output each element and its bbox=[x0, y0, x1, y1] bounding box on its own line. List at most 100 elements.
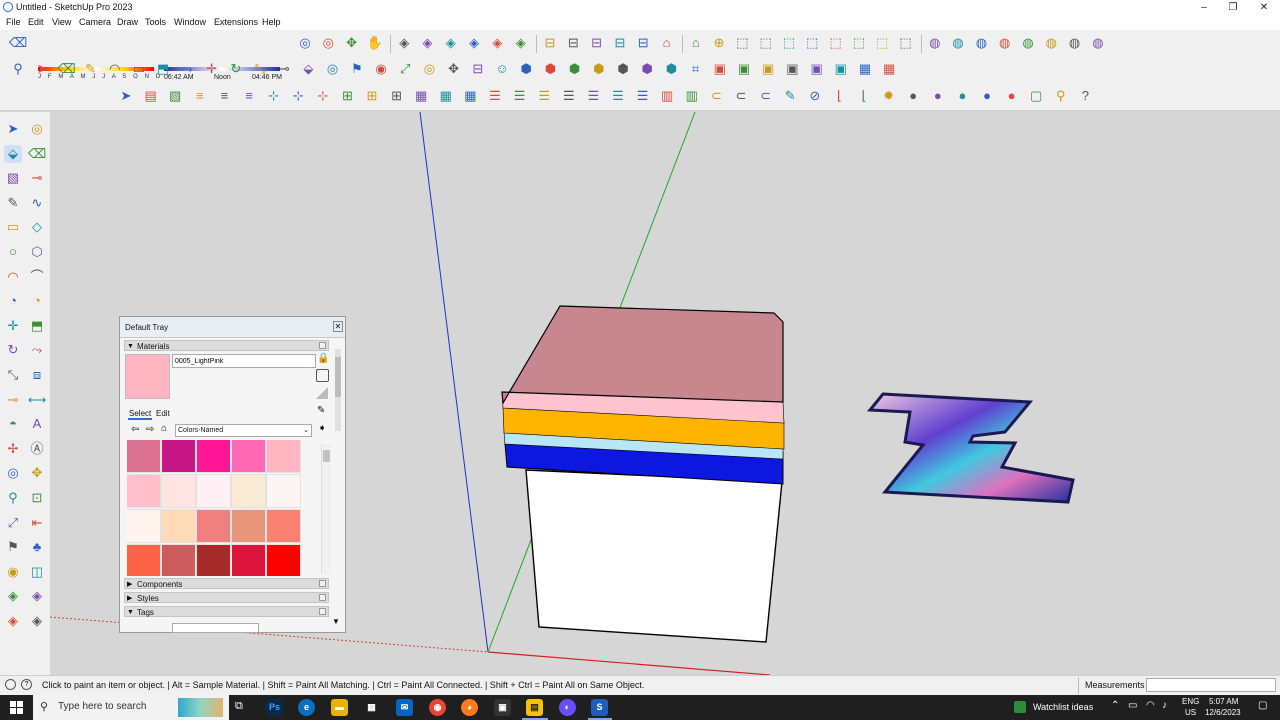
style-icon[interactable]: ◍ bbox=[949, 34, 967, 52]
protractor-icon[interactable]: ◓ bbox=[4, 415, 22, 433]
wifi-icon[interactable]: ◠ bbox=[1146, 700, 1155, 711]
orbit-icon[interactable]: ◎ bbox=[4, 464, 22, 482]
style-icon[interactable]: ◍ bbox=[1089, 34, 1107, 52]
material-swatch[interactable] bbox=[231, 440, 266, 473]
highlight-icon[interactable]: ▢ bbox=[1027, 87, 1045, 105]
view-icon[interactable]: ⬚ bbox=[827, 34, 845, 52]
zoom-icon[interactable]: ⚲ bbox=[9, 60, 27, 78]
orbit-icon[interactable]: ◎ bbox=[420, 60, 438, 78]
menu-camera[interactable]: Camera bbox=[79, 17, 111, 27]
material-swatch[interactable] bbox=[161, 440, 196, 473]
menu-view[interactable]: View bbox=[52, 17, 71, 27]
sphere-icon[interactable]: ● bbox=[929, 87, 947, 105]
details-arrow-icon[interactable]: ➧ bbox=[318, 423, 326, 434]
edge-icon[interactable]: e bbox=[298, 699, 315, 716]
offset-icon[interactable]: ⧈ bbox=[28, 366, 46, 384]
material-swatch[interactable] bbox=[231, 544, 266, 576]
rotate-icon[interactable]: ↻ bbox=[4, 341, 22, 359]
menu-draw[interactable]: Draw bbox=[117, 17, 138, 27]
solid-tools-icon[interactable]: ⬢ bbox=[590, 60, 608, 78]
tab-edit[interactable]: Edit bbox=[156, 409, 170, 418]
style-icon[interactable]: ◍ bbox=[1066, 34, 1084, 52]
stack-icon[interactable]: ☰ bbox=[535, 87, 553, 105]
panel-pin-icon[interactable] bbox=[319, 608, 326, 615]
menu-tools[interactable]: Tools bbox=[145, 17, 166, 27]
section-icon[interactable]: ⊟ bbox=[469, 60, 487, 78]
orbit-icon[interactable]: ◎ bbox=[319, 34, 337, 52]
sandbox-icon[interactable]: ◈ bbox=[419, 34, 437, 52]
rectangle-icon[interactable]: ▭ bbox=[4, 218, 22, 236]
view-icon[interactable]: ⬚ bbox=[850, 34, 868, 52]
pencil-icon[interactable]: ✎ bbox=[4, 194, 22, 212]
z-logo-shape[interactable] bbox=[866, 392, 1075, 504]
solid-tools-icon[interactable]: ⬢ bbox=[517, 60, 535, 78]
sandbox-icon[interactable]: ◈ bbox=[395, 34, 413, 52]
clock-date[interactable]: 12/6/2023 bbox=[1205, 708, 1241, 717]
circle-icon[interactable]: ○ bbox=[4, 243, 22, 261]
sphere-icon[interactable]: ● bbox=[978, 87, 996, 105]
material-swatch[interactable] bbox=[161, 509, 196, 543]
swatch-scrollbar[interactable] bbox=[321, 444, 331, 574]
solid-tools-icon[interactable]: ⬢ bbox=[662, 60, 680, 78]
box-body[interactable] bbox=[525, 469, 783, 643]
mail-icon[interactable]: ✉ bbox=[396, 699, 413, 716]
instructor-icon[interactable]: ? bbox=[21, 679, 32, 690]
hand-icon[interactable]: ✋ bbox=[366, 34, 384, 52]
pan-icon[interactable]: ✥ bbox=[343, 34, 361, 52]
minimize-button[interactable]: – bbox=[1190, 0, 1218, 15]
menu-help[interactable]: Help bbox=[262, 17, 281, 27]
section-plane-icon[interactable]: ◫ bbox=[28, 563, 46, 581]
materials-panel-header[interactable]: ▼ Materials bbox=[124, 340, 329, 351]
group-icon[interactable]: ▤ bbox=[142, 87, 160, 105]
sandbox-icon[interactable]: ◈ bbox=[488, 34, 506, 52]
sphere-icon[interactable]: ● bbox=[1003, 87, 1021, 105]
style-icon[interactable]: ◍ bbox=[1019, 34, 1037, 52]
move-icon[interactable]: ✛ bbox=[4, 317, 22, 335]
cube-icon[interactable]: ▣ bbox=[783, 60, 801, 78]
eraser-icon[interactable]: ⌫ bbox=[57, 60, 75, 78]
walk-icon[interactable]: ⚑ bbox=[348, 60, 366, 78]
select-icon[interactable]: ➤ bbox=[33, 60, 51, 78]
language-code[interactable]: ENG bbox=[1182, 697, 1199, 706]
sample-icon[interactable] bbox=[316, 387, 328, 399]
scale-icon[interactable]: ⤡ bbox=[251, 60, 269, 78]
zoom-window-icon[interactable]: ⊡ bbox=[28, 489, 46, 507]
firefox-icon[interactable]: ◕ bbox=[461, 699, 478, 716]
sandbox-icon[interactable]: ◈ bbox=[28, 612, 46, 630]
section-icon[interactable]: ⊟ bbox=[588, 34, 606, 52]
pie-icon[interactable]: ◔ bbox=[4, 292, 22, 310]
axis-icon[interactable]: ⊹ bbox=[314, 87, 332, 105]
material-swatch[interactable] bbox=[266, 440, 301, 473]
freehand-icon[interactable]: ∿ bbox=[28, 194, 46, 212]
tags-search-field[interactable] bbox=[172, 623, 259, 633]
orbit-icon[interactable]: ◎ bbox=[324, 60, 342, 78]
push-pull-icon[interactable]: ⬒ bbox=[28, 317, 46, 335]
component-icon[interactable]: ▧ bbox=[166, 87, 184, 105]
array-icon[interactable]: ⊞ bbox=[363, 87, 381, 105]
walk-icon[interactable]: ⚑ bbox=[4, 538, 22, 556]
section-icon[interactable]: ⊟ bbox=[541, 34, 559, 52]
notification-icon[interactable]: ▢ bbox=[1258, 700, 1267, 711]
select-icon[interactable]: ➤ bbox=[117, 87, 135, 105]
rotated-rectangle-icon[interactable]: ◇ bbox=[28, 218, 46, 236]
windows-start-icon[interactable] bbox=[10, 701, 23, 714]
user-icon[interactable]: ☺ bbox=[493, 60, 511, 78]
back-icon[interactable]: ⇦ bbox=[131, 424, 139, 435]
geo-location-icon[interactable] bbox=[5, 679, 16, 690]
photoshop-icon[interactable]: Ps bbox=[266, 699, 283, 716]
panel-pin-icon[interactable] bbox=[319, 342, 326, 349]
grid-icon[interactable]: ▦ bbox=[880, 60, 898, 78]
material-swatch[interactable] bbox=[161, 474, 196, 508]
extension-icon[interactable]: ⊕ bbox=[710, 34, 728, 52]
pan-icon[interactable]: ✥ bbox=[28, 464, 46, 482]
task-view-icon[interactable]: ⧉ bbox=[235, 700, 243, 713]
scroll-down-icon[interactable]: ▼ bbox=[332, 617, 340, 626]
chevron-up-icon[interactable]: ⌃ bbox=[1111, 700, 1119, 711]
components-panel-header[interactable]: ▶ Components bbox=[124, 578, 329, 589]
box-top-face[interactable] bbox=[501, 305, 784, 405]
stair-icon[interactable]: ⌊ bbox=[830, 87, 848, 105]
pipe-icon[interactable]: ⊂ bbox=[732, 87, 750, 105]
region-code[interactable]: US bbox=[1185, 708, 1196, 717]
pin-icon[interactable]: ⚲ bbox=[1052, 87, 1070, 105]
material-swatch[interactable] bbox=[266, 474, 301, 508]
